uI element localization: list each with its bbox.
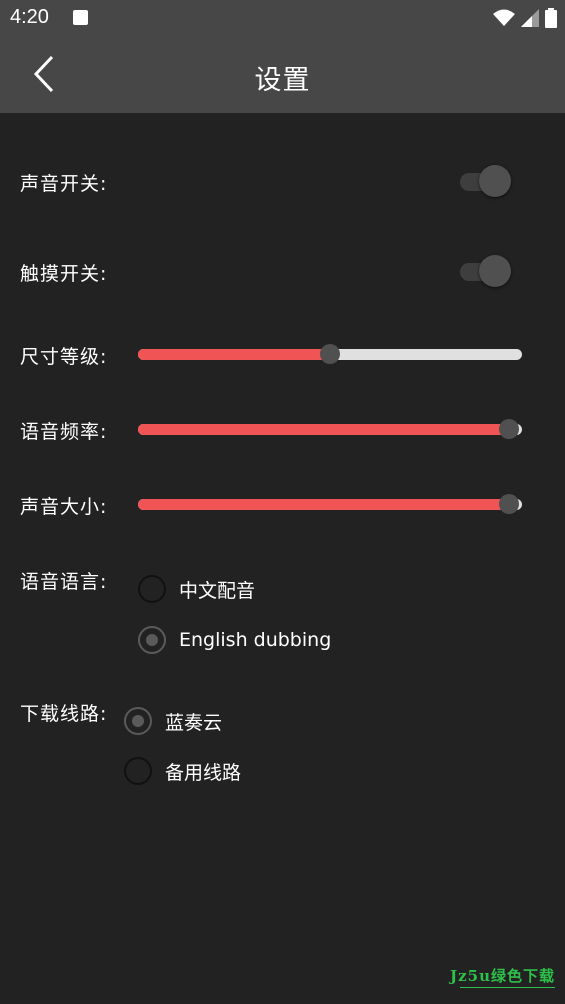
volume-label: 声音大小: — [20, 496, 108, 518]
signal-icon — [521, 9, 539, 27]
radio-label: 中文配音 — [179, 579, 256, 602]
status-bar: 4:20 — [0, 0, 565, 36]
radio-label: 蓝奏云 — [165, 711, 223, 734]
wifi-icon — [493, 9, 515, 26]
touch-switch[interactable] — [458, 251, 516, 291]
radio-button[interactable] — [124, 707, 152, 735]
radio-button[interactable] — [138, 626, 166, 654]
watermark: Jz5u绿色下载 — [450, 967, 555, 985]
voice-language-label: 语音语言: — [20, 571, 108, 593]
radio-option-english[interactable]: English dubbing — [138, 626, 331, 654]
slider-fill — [138, 499, 509, 510]
sound-switch-label: 声音开关: — [20, 173, 108, 195]
size-level-slider[interactable] — [138, 342, 522, 366]
slider-fill — [138, 349, 330, 360]
size-level-label: 尺寸等级: — [20, 346, 108, 368]
slider-fill — [138, 424, 509, 435]
page-title: 设置 — [254, 65, 311, 96]
touch-switch-label: 触摸开关: — [20, 263, 108, 285]
radio-option-backup[interactable]: 备用线路 — [124, 757, 241, 785]
radio-option-lanzou[interactable]: 蓝奏云 — [124, 707, 222, 735]
radio-button[interactable] — [138, 575, 166, 603]
volume-slider[interactable] — [138, 492, 522, 516]
radio-option-chinese[interactable]: 中文配音 — [138, 575, 255, 603]
status-icons — [493, 8, 557, 28]
sound-switch[interactable] — [458, 161, 516, 201]
notification-icon — [73, 10, 88, 25]
voice-rate-slider[interactable] — [138, 417, 522, 441]
voice-rate-label: 语音频率: — [20, 421, 108, 443]
download-route-label: 下载线路: — [20, 703, 108, 725]
toolbar: 设置 — [0, 36, 565, 113]
slider-knob[interactable] — [320, 344, 340, 364]
switch-thumb — [479, 255, 511, 287]
watermark-underline — [460, 987, 555, 988]
switch-thumb — [479, 165, 511, 197]
radio-button[interactable] — [124, 757, 152, 785]
radio-label: English dubbing — [179, 629, 332, 651]
slider-knob[interactable] — [498, 494, 519, 514]
status-time: 4:20 — [10, 6, 49, 28]
radio-label: 备用线路 — [165, 761, 242, 784]
battery-icon — [545, 8, 557, 28]
slider-knob[interactable] — [498, 419, 519, 439]
